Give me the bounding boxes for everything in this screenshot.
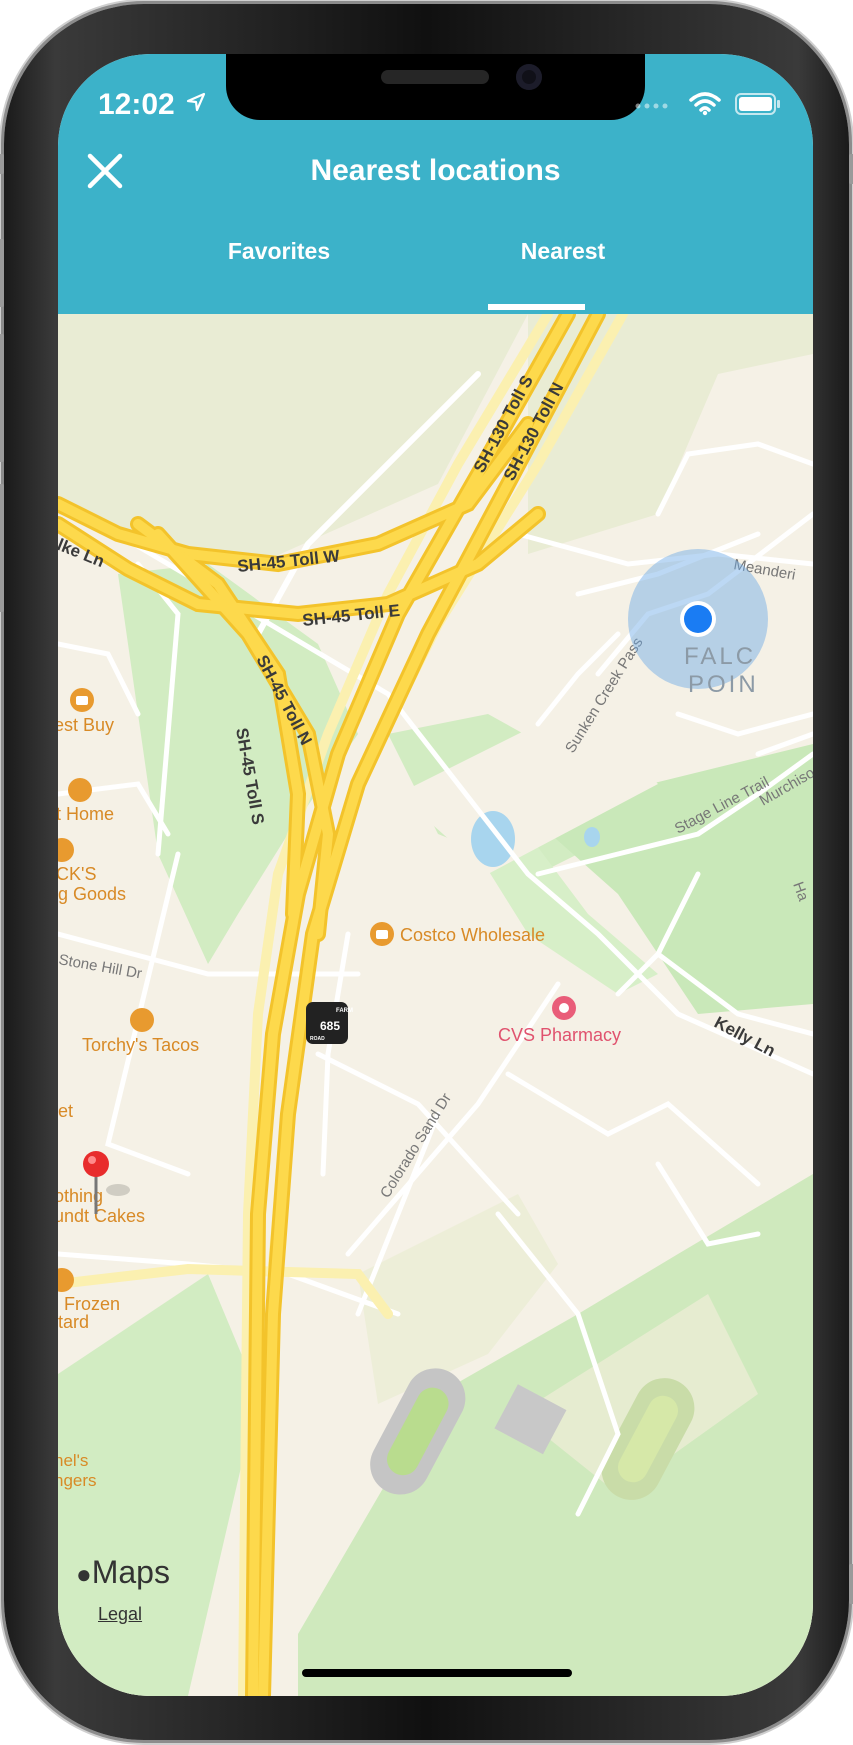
svg-text:Frozen: Frozen <box>64 1294 120 1314</box>
svg-text:Costco Wholesale: Costco Wholesale <box>400 925 545 945</box>
area-label-point: POIN <box>688 671 759 698</box>
apple-logo-icon: ● <box>76 1559 92 1589</box>
farm-road-shield-icon: FARM 685 ROAD <box>306 1002 353 1044</box>
legal-link[interactable]: Legal <box>98 1604 142 1625</box>
svg-text:et: et <box>58 1101 73 1121</box>
page-title: Nearest locations <box>310 154 561 187</box>
screen: SH-130 Toll S SH-130 Toll N SH-45 Toll W… <box>58 54 813 1696</box>
battery-icon <box>735 93 780 115</box>
svg-text:Torchy's Tacos: Torchy's Tacos <box>82 1035 199 1055</box>
svg-text:ngers: ngers <box>58 1471 97 1490</box>
home-indicator[interactable] <box>302 1669 572 1677</box>
tab-nearest[interactable]: Nearest <box>488 238 638 265</box>
svg-text:CK'S: CK'S <box>58 864 96 884</box>
tab-indicator <box>488 304 585 310</box>
notch <box>226 54 645 120</box>
map-view[interactable]: SH-130 Toll S SH-130 Toll N SH-45 Toll W… <box>58 314 813 1696</box>
svg-text:ROAD: ROAD <box>310 1036 325 1042</box>
svg-text:nel's: nel's <box>58 1451 88 1470</box>
area-label-falcon: FALC <box>684 643 756 670</box>
wifi-icon <box>688 92 721 116</box>
location-arrow-icon <box>186 92 206 112</box>
status-time: 12:02 <box>98 88 175 121</box>
svg-text:tard: tard <box>58 1312 89 1332</box>
svg-text:FARM: FARM <box>336 1008 353 1014</box>
svg-text:CVS Pharmacy: CVS Pharmacy <box>498 1025 621 1045</box>
svg-text:g Goods: g Goods <box>58 884 126 904</box>
status-icons <box>634 92 781 116</box>
svg-text:undt Cakes: undt Cakes <box>58 1206 145 1226</box>
maps-logo: ●Maps <box>76 1554 170 1590</box>
svg-text:t Home: t Home <box>58 804 114 824</box>
svg-text:est Buy: est Buy <box>58 715 114 735</box>
cellular-signal-icon <box>635 103 668 109</box>
header: 12:02 Nearest locations Favorites Neares… <box>58 54 813 314</box>
tab-favorites[interactable]: Favorites <box>208 238 350 265</box>
poi-et[interactable]: et <box>58 1101 73 1121</box>
phone-frame: SH-130 Toll S SH-130 Toll N SH-45 Toll W… <box>0 4 853 1740</box>
svg-text:685: 685 <box>320 1019 340 1033</box>
